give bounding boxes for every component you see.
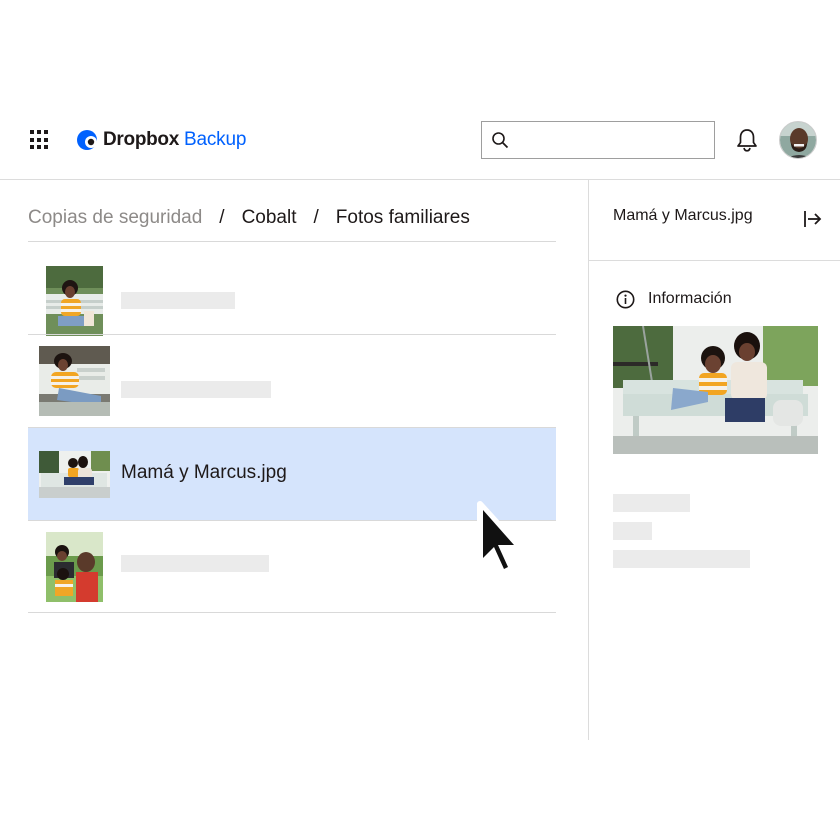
photo-thumbnail: [39, 346, 110, 416]
file-name: Mamá y Marcus.jpg: [121, 462, 287, 483]
dropbox-logo-icon: [77, 130, 97, 150]
metadata-placeholder: [613, 494, 690, 512]
photo-thumbnail: [46, 266, 103, 336]
product-name: Backup: [184, 129, 247, 150]
breadcrumb-item-cobalt[interactable]: Cobalt: [242, 207, 297, 229]
metadata-placeholder: [613, 550, 750, 568]
breadcrumb-separator: /: [313, 207, 319, 228]
search-box[interactable]: [481, 121, 715, 159]
panel-header-divider: [589, 260, 840, 261]
breadcrumb-item-family-photos[interactable]: Fotos familiares: [336, 207, 470, 229]
info-icon: [616, 290, 635, 309]
file-name-placeholder: [121, 381, 271, 398]
bell-icon[interactable]: [735, 127, 759, 153]
dropbox-backup-logo[interactable]: Dropbox Backup: [76, 127, 246, 153]
photo-preview: [613, 326, 818, 454]
file-name-placeholder: [121, 555, 269, 572]
search-input[interactable]: [516, 125, 706, 155]
search-icon: [492, 132, 509, 149]
panel-divider: [588, 180, 589, 740]
breadcrumb-item-backups[interactable]: Copias de seguridad: [28, 207, 202, 229]
photo-thumbnail: [39, 451, 110, 498]
file-row[interactable]: [28, 334, 556, 427]
file-name-placeholder: [121, 292, 235, 309]
file-row[interactable]: [28, 241, 556, 336]
brand-name: Dropbox: [103, 129, 180, 150]
user-avatar[interactable]: [779, 121, 817, 159]
mouse-pointer-icon: [477, 501, 523, 577]
breadcrumb: Copias de seguridad / Cobalt / Fotos fam…: [28, 206, 470, 230]
info-section-label: Información: [648, 290, 732, 307]
breadcrumb-separator: /: [219, 207, 225, 228]
close-panel-arrow-icon[interactable]: [803, 209, 823, 229]
photo-thumbnail: [46, 532, 103, 602]
apps-grid-icon[interactable]: [30, 130, 50, 150]
details-panel-title: Mamá y Marcus.jpg: [613, 207, 753, 224]
metadata-placeholder: [613, 522, 652, 540]
